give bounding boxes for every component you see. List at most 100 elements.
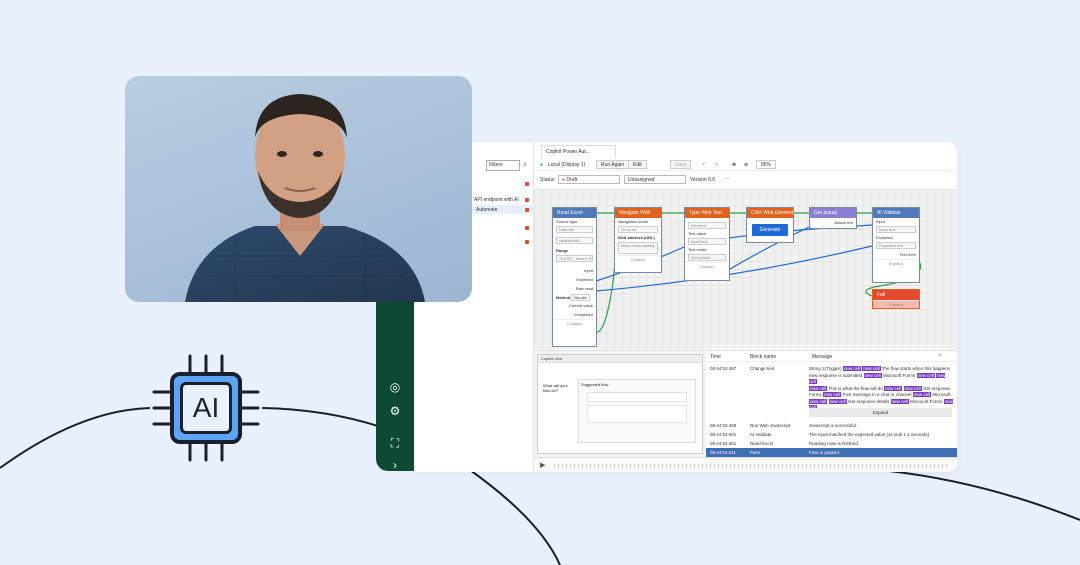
screen-capture-icon[interactable]: ⛶ [388,436,402,450]
expected-field[interactable]: Expected text [876,242,916,249]
port-expected[interactable]: Expected [553,275,596,284]
node-expand[interactable]: Expand [615,255,661,263]
status-dot-icon: ● [540,162,544,168]
run-log: Time Block name Message ⌕ 09:44:53.487 C… [706,350,957,457]
cell-message: Javascript is successful. [809,423,858,428]
play-icon[interactable]: ▶ [540,461,545,469]
port-text-here[interactable]: Text here [873,250,919,259]
message-text: Get response [921,385,951,391]
element-field[interactable]: Element [688,222,726,229]
status-label: Status: [540,177,556,183]
port-input[interactable]: Input [553,266,596,275]
method-field[interactable]: Bundle [571,294,590,301]
node-navigate-web[interactable]: Navigate Web Navigation mode Go to url W… [614,207,662,273]
chip-body: AI [170,372,242,444]
range-field[interactable]: "S1:S5", Jason1:Range [556,255,593,262]
node-expand[interactable]: Expand [873,259,919,267]
message-text: Microsoft [931,392,951,397]
node-type-web-text[interactable]: Type Web Text Element Text value Input t… [684,207,730,281]
edit-button[interactable]: Edit [628,160,647,169]
search-icon[interactable]: ⌕ [523,160,527,170]
more-menu[interactable]: ··· [724,176,729,182]
node-read-excel[interactable]: Read Excel Source type Data file validat… [552,207,597,347]
node-label: Navigation mode [618,219,649,224]
redo-icon[interactable]: ↷ [714,162,718,168]
node-expand[interactable]: Expand [873,300,919,308]
gear-icon[interactable]: ⚙ [388,404,402,418]
status-select[interactable]: ● Draft [558,175,620,184]
mini-heading: What will your flow do? [543,383,568,393]
zoom-select[interactable]: 85% [756,160,777,169]
table-row-selected[interactable]: 09:44:54.611 Pass Flow is passed. [706,448,957,457]
cell-block: Change text [750,366,775,371]
generate-button[interactable]: Generate [752,224,788,236]
search-icon[interactable]: ⌕ [938,352,942,360]
undo-icon[interactable]: ↶ [702,162,706,168]
cell-time: 09:44:54.611 [710,450,736,455]
location-label: Local (Display 1) [548,162,586,168]
person-photo [125,76,472,302]
file-field[interactable]: validationfil... [556,237,593,244]
node-label: Text value [688,231,707,236]
side-rail: ◎ ⚙ ⛶ › [376,300,414,472]
editor-pane: Copilot Power Aut... ● Local (Display 1)… [534,142,957,472]
timeline-track[interactable] [554,464,950,468]
log-header: Time Block name Message ⌕ [706,351,957,362]
node-click-web-element[interactable]: Click Web Element Generate [746,207,794,243]
node-label: Web address (URL) [618,235,655,240]
status-dot [525,226,529,230]
node-get-actual[interactable]: Get actual Actual text [809,207,857,229]
node-label: Input [876,219,885,224]
toolbar: ● Local (Display 1) Run Again Edit Save … [534,158,957,171]
nav-mode-field[interactable]: Go to url [618,226,658,233]
tag-badge: new cell [809,385,828,391]
expand-button[interactable]: Expand [809,408,952,417]
flow-item-automate[interactable]: Automate [476,207,497,213]
filters-dropdown[interactable]: Filters [486,160,520,171]
input-field[interactable]: Input text [876,226,916,233]
table-row[interactable]: 09:44:54.601 Read Excel Reading rows is … [706,439,957,448]
tag-badge: new cell [903,385,922,391]
message-text: Get response details [846,398,891,404]
assignee-select[interactable]: Unassigned [624,175,686,184]
tag-badge: new cell [862,366,881,371]
run-again-button[interactable]: Run Again [596,160,630,169]
port-current-value[interactable]: Current value [553,301,596,310]
save-button[interactable]: Save [670,160,692,169]
tag-badge: new cell [912,392,932,397]
tab-flow[interactable]: Copilot Power Aut... [541,145,616,158]
table-row[interactable]: 09:44:54.601 AI Validate The input match… [706,430,957,439]
table-row[interactable]: 09:44:53.499 Run Web Javascript Javascri… [706,421,957,430]
draft-dot-icon: ● [562,177,566,183]
cell-message-expanded: String 1(Trigger) new cell new cell The … [809,366,953,412]
col-message: Message [812,354,833,360]
ai-chip-icon: AI [150,352,262,464]
tag-badge: new cell [842,366,862,371]
node-collapse[interactable]: Collapse [553,319,596,327]
text-value-field[interactable]: Input text [688,238,726,245]
node-title: Click Web Element [747,208,793,218]
col-time: Time [710,354,721,360]
fit-icon[interactable]: ⊕ [744,162,748,168]
source-type-field[interactable]: Data file [556,226,593,233]
port-raw-read[interactable]: Raw read [553,284,596,293]
flow-canvas[interactable]: Read Excel Source type Data file validat… [534,189,957,349]
node-expand[interactable]: Expand [685,262,729,270]
node-ai-validate[interactable]: AI Validate Input Input text Expected Ex… [872,207,920,283]
cell-block: Pass [750,450,761,455]
text-mode-field[interactable]: Set default [688,254,726,261]
flow-item-api-endpoint[interactable]: API endpoint with AI [474,197,519,203]
tag-badge: new cell [828,398,847,404]
node-label: Text mode [688,247,707,252]
globe-icon[interactable]: ◎ [388,380,402,394]
move-icon[interactable]: ✥ [732,162,736,168]
message-text: The flow starts when this happens [880,366,950,371]
chevron-right-icon[interactable]: › [388,458,402,472]
node-fail[interactable]: Fail Expand [872,289,920,309]
url-field[interactable]: https://www.testing... [618,242,658,254]
mini-browser-window: Copilot Gen What will your flow do? Sugg… [537,354,703,454]
status-bar: Status: ● Draft Unassigned Version 0.6 ·… [534,174,957,186]
message-text: Microsoft Forms [881,372,917,378]
port-completed[interactable]: Completed [553,310,596,319]
port-actual-text[interactable]: Actual text [810,218,856,227]
